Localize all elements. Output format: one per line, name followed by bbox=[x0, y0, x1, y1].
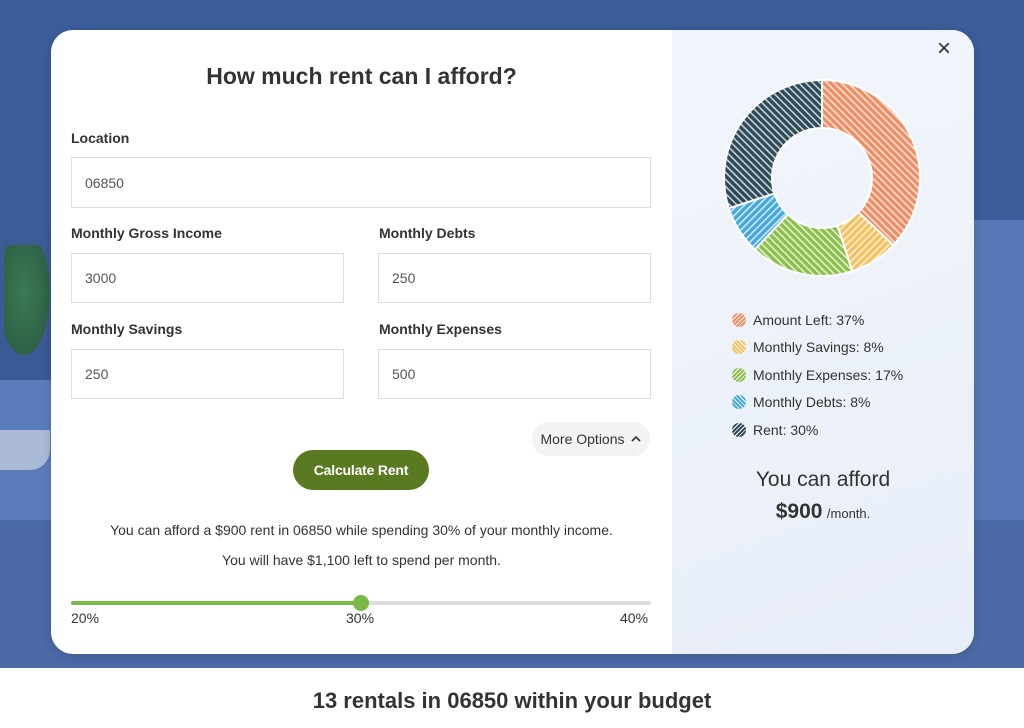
legend-item: Monthly Expenses: 17% bbox=[732, 361, 903, 389]
rent-calculator-modal: × How much rent can I afford? Location M… bbox=[51, 30, 974, 654]
location-label: Location bbox=[71, 130, 130, 146]
chevron-up-icon bbox=[630, 435, 641, 442]
result-message: You can afford a $900 rent in 06850 whil… bbox=[110, 522, 613, 538]
gross-income-label: Monthly Gross Income bbox=[71, 225, 222, 241]
chart-legend: Amount Left: 37% Monthly Savings: 8% Month… bbox=[732, 306, 903, 444]
budget-donut-chart bbox=[723, 78, 921, 277]
rentals-count-heading: 13 rentals in 06850 within your budget bbox=[312, 688, 712, 713]
afford-amount: $900 bbox=[775, 500, 823, 523]
legend-item: Rent: 30% bbox=[732, 416, 903, 444]
slider-mid-label: 30% bbox=[346, 610, 375, 626]
slider-track-fill bbox=[71, 601, 361, 605]
legend-label: Monthly Savings: 8% bbox=[753, 339, 884, 356]
debts-input[interactable] bbox=[378, 253, 651, 303]
more-options-label: More Options bbox=[540, 431, 625, 447]
slider-thumb[interactable] bbox=[353, 595, 369, 611]
slider-min-label: 20% bbox=[71, 610, 100, 626]
legend-label: Monthly Debts: 8% bbox=[753, 394, 871, 411]
modal-title: How much rent can I afford? bbox=[206, 63, 517, 89]
more-options-button[interactable]: More Options bbox=[532, 422, 650, 456]
background-plant bbox=[4, 245, 54, 365]
legend-label: Amount Left: 37% bbox=[753, 311, 865, 328]
slider-max-label: 40% bbox=[620, 610, 649, 626]
calculate-rent-button[interactable]: Calculate Rent bbox=[293, 450, 429, 490]
legend-item: Amount Left: 37% bbox=[732, 306, 903, 334]
legend-label: Rent: 30% bbox=[753, 421, 819, 438]
legend-item: Monthly Savings: 8% bbox=[732, 334, 903, 362]
location-input[interactable] bbox=[71, 157, 651, 208]
donut-slice-amount-left bbox=[821, 78, 921, 247]
donut-slice-rent bbox=[723, 78, 823, 210]
afford-title: You can afford bbox=[755, 468, 891, 491]
income-percentage-slider[interactable] bbox=[71, 595, 651, 611]
legend-swatch bbox=[732, 367, 746, 382]
left-to-spend-message: You will have $1,100 left to spend per m… bbox=[222, 552, 501, 568]
legend-swatch bbox=[732, 340, 746, 355]
expenses-input[interactable] bbox=[378, 349, 651, 399]
gross-income-input[interactable] bbox=[71, 253, 344, 303]
debts-label: Monthly Debts bbox=[379, 225, 476, 241]
close-icon[interactable]: × bbox=[931, 36, 957, 62]
background-table bbox=[0, 430, 50, 470]
savings-label: Monthly Savings bbox=[71, 321, 183, 337]
legend-item: Monthly Debts: 8% bbox=[732, 389, 903, 417]
expenses-label: Monthly Expenses bbox=[379, 321, 502, 337]
legend-label: Monthly Expenses: 17% bbox=[753, 366, 904, 383]
afford-amount-line: $900 /month. bbox=[672, 500, 974, 524]
savings-input[interactable] bbox=[71, 349, 344, 399]
legend-swatch bbox=[732, 395, 746, 410]
afford-unit: /month. bbox=[826, 506, 871, 521]
legend-swatch bbox=[732, 422, 746, 437]
legend-swatch bbox=[732, 312, 746, 327]
